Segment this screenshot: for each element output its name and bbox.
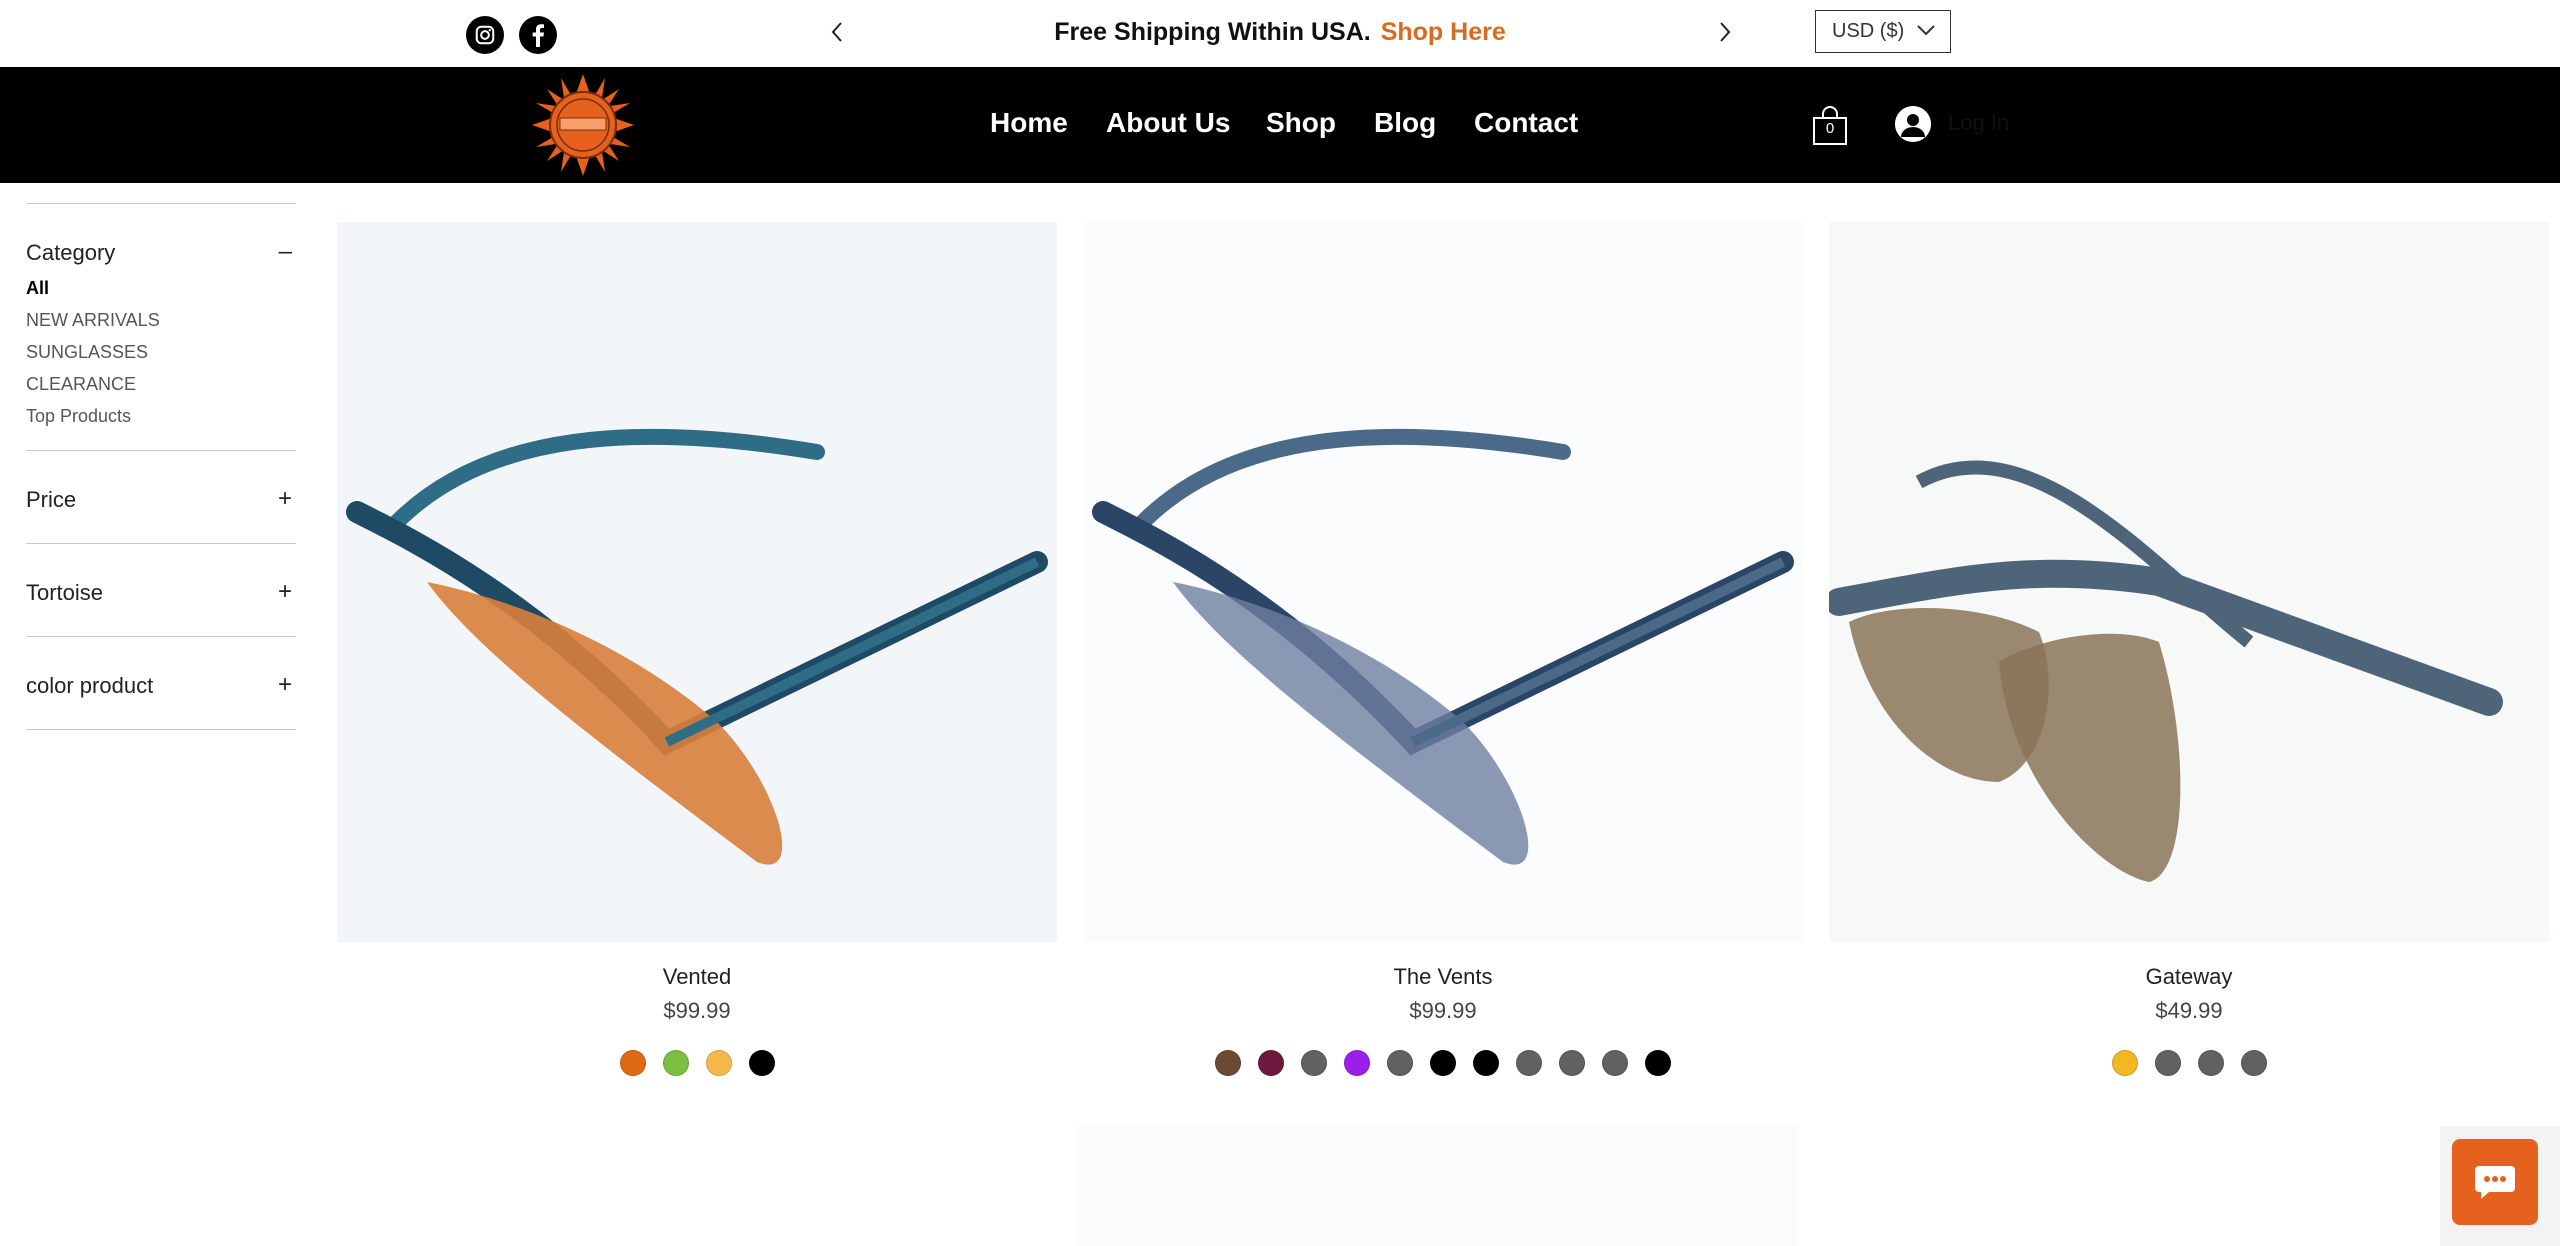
- collapse-icon[interactable]: –: [279, 240, 292, 264]
- nav-about-us[interactable]: About Us: [1106, 107, 1230, 139]
- color-swatch[interactable]: [1430, 1050, 1456, 1076]
- color-swatch[interactable]: [1473, 1050, 1499, 1076]
- shop-here-link[interactable]: Shop Here: [1381, 18, 1506, 46]
- category-item-new-arrivals[interactable]: NEW ARRIVALS: [26, 304, 296, 336]
- price-filter-title: Price: [26, 487, 77, 512]
- login-link[interactable]: Log In: [1948, 110, 2009, 136]
- facebook-icon[interactable]: [519, 16, 557, 54]
- color-swatches: [1829, 1050, 2549, 1076]
- divider: [26, 729, 296, 730]
- color-swatches: [1083, 1050, 1803, 1076]
- tortoise-filter-title: Tortoise: [26, 580, 104, 605]
- instagram-icon[interactable]: [466, 16, 504, 54]
- nav-contact[interactable]: Contact: [1474, 107, 1578, 139]
- announcement-text: Free Shipping Within USA. Shop Here: [1000, 18, 1560, 47]
- category-item-top-products[interactable]: Top Products: [26, 400, 296, 432]
- color-swatch[interactable]: [2154, 1050, 2181, 1076]
- color-product-filter-header[interactable]: color product +: [26, 637, 296, 729]
- color-swatch[interactable]: [1344, 1050, 1370, 1076]
- currency-selector[interactable]: USD ($): [1815, 10, 1951, 53]
- color-swatch[interactable]: [1301, 1050, 1327, 1076]
- color-swatch[interactable]: [2111, 1050, 2138, 1076]
- color-swatch[interactable]: [1258, 1050, 1284, 1076]
- product-price: $99.99: [663, 998, 731, 1023]
- avatar-icon[interactable]: [1895, 106, 1931, 142]
- cart-count: 0: [1825, 120, 1835, 137]
- category-list: All NEW ARRIVALS SUNGLASSES CLEARANCE To…: [26, 272, 296, 450]
- color-swatch[interactable]: [705, 1050, 732, 1076]
- color-swatch[interactable]: [2240, 1050, 2267, 1076]
- prev-arrow-icon[interactable]: [822, 14, 852, 50]
- product-image-placeholder: [1077, 1125, 1797, 1246]
- category-filter-header[interactable]: Category –: [26, 204, 296, 272]
- color-swatch[interactable]: [662, 1050, 689, 1076]
- nav-shop[interactable]: Shop: [1266, 107, 1336, 139]
- category-item-all[interactable]: All: [26, 272, 296, 304]
- announcement-bar: Free Shipping Within USA. Shop Here USD (…: [0, 0, 2560, 67]
- color-swatch[interactable]: [1387, 1050, 1413, 1076]
- product-price: $99.99: [1409, 998, 1477, 1023]
- expand-icon[interactable]: +: [278, 673, 292, 697]
- expand-icon[interactable]: +: [278, 487, 292, 511]
- product-name[interactable]: Gateway: [1829, 964, 2549, 992]
- nav-home[interactable]: Home: [990, 107, 1068, 139]
- tortoise-filter-header[interactable]: Tortoise +: [26, 544, 296, 636]
- color-product-filter-title: color product: [26, 673, 154, 698]
- color-swatch[interactable]: [2197, 1050, 2224, 1076]
- chat-button[interactable]: [2452, 1139, 2538, 1225]
- product-card[interactable]: Gateway $49.99: [1829, 222, 2549, 1076]
- product-image[interactable]: [337, 222, 1057, 942]
- chat-bubble-icon: [2475, 1166, 2515, 1199]
- product-image[interactable]: [1829, 222, 2549, 942]
- product-card[interactable]: The Vents $99.99: [1083, 222, 1803, 1076]
- currency-label: USD ($): [1832, 20, 1905, 42]
- category-filter-title: Category: [26, 240, 116, 265]
- category-item-sunglasses[interactable]: SUNGLASSES: [26, 336, 296, 368]
- category-item-clearance[interactable]: CLEARANCE: [26, 368, 296, 400]
- color-swatch[interactable]: [1602, 1050, 1628, 1076]
- product-name[interactable]: Vented: [337, 964, 1057, 992]
- site-header: Home About Us Shop Blog Contact 0 Log In: [0, 67, 2560, 183]
- product-card[interactable]: Vented $99.99: [337, 222, 1057, 1076]
- nav-blog[interactable]: Blog: [1374, 107, 1436, 139]
- product-price: $49.99: [2155, 998, 2223, 1023]
- color-swatches: [337, 1050, 1057, 1076]
- color-swatch[interactable]: [748, 1050, 775, 1076]
- expand-icon[interactable]: +: [278, 580, 292, 604]
- product-image[interactable]: [1083, 222, 1803, 942]
- logo[interactable]: [530, 72, 636, 178]
- next-arrow-icon[interactable]: [1710, 14, 1740, 50]
- product-name[interactable]: The Vents: [1083, 964, 1803, 992]
- announcement-message: Free Shipping Within USA.: [1054, 18, 1371, 46]
- price-filter-header[interactable]: Price +: [26, 451, 296, 543]
- color-swatch[interactable]: [1559, 1050, 1585, 1076]
- cart-button[interactable]: 0: [1812, 106, 1848, 151]
- color-swatch[interactable]: [619, 1050, 646, 1076]
- chevron-down-icon: [1917, 25, 1935, 36]
- color-swatch[interactable]: [1215, 1050, 1241, 1076]
- filter-sidebar: Category – All NEW ARRIVALS SUNGLASSES C…: [26, 203, 296, 730]
- color-swatch[interactable]: [1516, 1050, 1542, 1076]
- color-swatch[interactable]: [1645, 1050, 1671, 1076]
